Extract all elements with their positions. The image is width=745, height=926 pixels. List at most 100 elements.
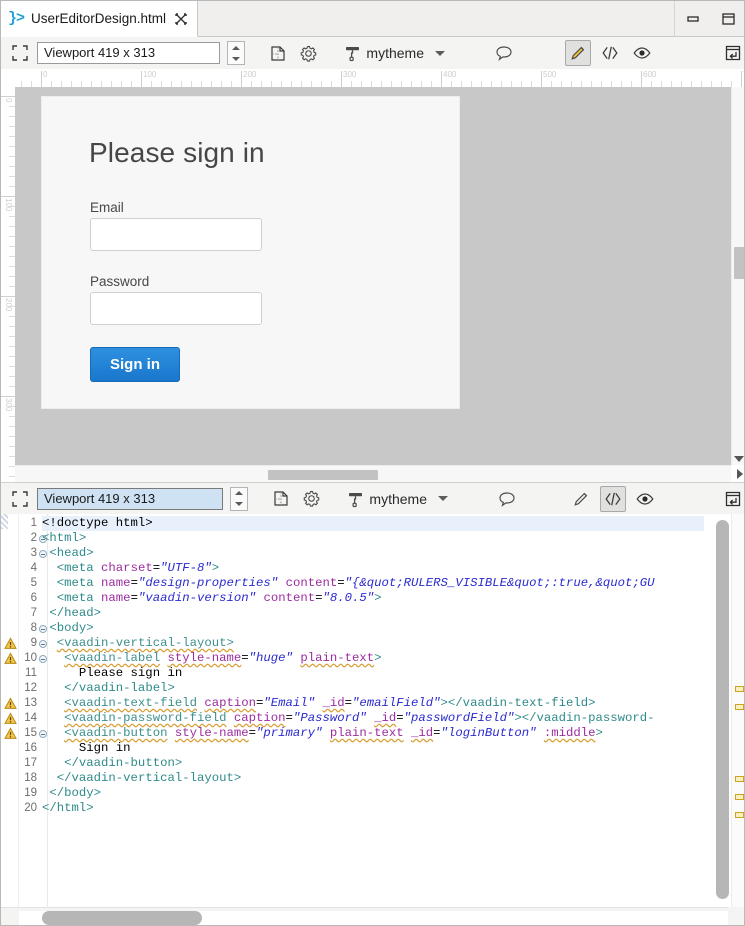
open-external-icon[interactable] xyxy=(720,40,744,66)
gear-icon[interactable] xyxy=(295,40,321,66)
design-viewport[interactable]: Please sign in Email Password Sign in xyxy=(41,96,460,409)
ruler-label: 400 xyxy=(443,70,457,79)
warning-triangle-icon[interactable] xyxy=(4,697,17,710)
code-line[interactable]: Please sign in xyxy=(42,666,704,681)
warning-triangle-icon[interactable] xyxy=(4,712,17,725)
source-editor[interactable]: 1 2 3 4 5 6 7 8 9 10 11 12 13 14 15 16 17 18 19 20 <!doctyp… xyxy=(1,514,744,925)
code-line[interactable]: <vaadin-vertical-layout> xyxy=(42,636,704,651)
chevron-down-icon[interactable] xyxy=(438,496,448,501)
theme-selector[interactable]: mytheme xyxy=(343,40,445,66)
open-external-icon[interactable] xyxy=(720,486,744,512)
code-token: "8.0.5" xyxy=(322,591,375,605)
ruler-label: 500 xyxy=(543,70,557,79)
code-line[interactable]: <html> xyxy=(42,531,704,546)
code-line[interactable]: </body> xyxy=(42,786,704,801)
overview-warning-mark[interactable] xyxy=(735,776,744,782)
signin-button[interactable]: Sign in xyxy=(90,347,180,382)
code-line[interactable]: </head> xyxy=(42,606,704,621)
annotation-gutter[interactable] xyxy=(1,514,19,925)
eye-icon[interactable] xyxy=(629,40,655,66)
scroll-down-icon[interactable] xyxy=(734,456,744,462)
ruler-tick xyxy=(641,71,642,87)
warning-triangle-icon[interactable] xyxy=(4,727,17,740)
viewport-spinner[interactable] xyxy=(230,486,249,511)
code-line[interactable]: </vaadin-vertical-layout> xyxy=(42,771,704,786)
editor-vscroll-thumb[interactable] xyxy=(716,520,729,899)
warning-triangle-icon[interactable] xyxy=(4,652,17,665)
code-line[interactable]: </vaadin-label> xyxy=(42,681,704,696)
code-line[interactable]: <meta name="vaadin-version" content="8.0… xyxy=(42,591,704,606)
password-field[interactable] xyxy=(90,292,262,325)
gear-icon[interactable] xyxy=(298,486,324,512)
code-token: = xyxy=(337,576,345,590)
code-token: <head> xyxy=(49,546,94,560)
line-number: 18 xyxy=(24,772,37,784)
design-horizontal-scrollbar[interactable] xyxy=(15,465,731,482)
code-line[interactable]: </html> xyxy=(42,801,704,816)
code-line[interactable]: <vaadin-label style-name="huge" plain-te… xyxy=(42,651,704,666)
spinner-down-icon[interactable] xyxy=(232,56,241,61)
spinner-up-icon[interactable] xyxy=(232,45,241,50)
editor-hscroll-track[interactable] xyxy=(19,911,728,925)
code-line[interactable]: <meta charset="UTF-8"> xyxy=(42,561,704,576)
comment-icon[interactable] xyxy=(491,40,517,66)
spinner-down-icon[interactable] xyxy=(235,502,244,506)
pencil-icon[interactable] xyxy=(568,486,594,512)
viewport-size-input[interactable]: Viewport 419 x 313 xyxy=(37,42,221,64)
editor-horizontal-scrollbar[interactable] xyxy=(1,907,744,925)
design-hscroll-thumb[interactable] xyxy=(268,470,378,480)
editor-hscroll-thumb[interactable] xyxy=(42,911,202,925)
overview-warning-mark[interactable] xyxy=(735,812,744,818)
code-line[interactable]: <vaadin-text-field caption="Email" _id="… xyxy=(42,696,704,711)
code-line[interactable]: <body> xyxy=(42,621,704,636)
overview-warning-mark[interactable] xyxy=(735,704,744,710)
code-line[interactable]: <!doctype html> xyxy=(42,516,704,531)
code-line[interactable]: <vaadin-password-field caption="Password… xyxy=(42,711,704,726)
code-line[interactable]: <meta name="design-properties" content="… xyxy=(42,576,704,591)
warning-triangle-icon[interactable] xyxy=(4,637,17,650)
paint-roller-icon xyxy=(343,40,363,66)
design-canvas[interactable]: Please sign in Email Password Sign in xyxy=(15,87,731,465)
email-field[interactable] xyxy=(90,218,262,251)
design-vscroll-thumb[interactable] xyxy=(734,247,744,279)
code-line[interactable]: <vaadin-button style-name="primary" plai… xyxy=(42,726,704,741)
overview-ruler[interactable] xyxy=(731,514,744,907)
viewport-spinner[interactable] xyxy=(227,41,246,65)
code-token: "Email" xyxy=(263,696,316,710)
line-number: 20 xyxy=(24,802,37,814)
code-token: style-name xyxy=(174,726,249,740)
code-token: <vaadin-button xyxy=(64,726,168,740)
code-line[interactable]: </vaadin-button> xyxy=(42,756,704,771)
select-component-icon[interactable] xyxy=(7,486,33,512)
code-token: ></vaadin-text-field> xyxy=(440,696,596,710)
close-icon[interactable] xyxy=(174,12,188,26)
eye-icon[interactable] xyxy=(632,486,658,512)
overview-warning-mark[interactable] xyxy=(735,794,744,800)
editor-vertical-scrollbar[interactable] xyxy=(714,516,731,905)
spinner-up-icon[interactable] xyxy=(235,491,244,495)
scroll-right-icon[interactable] xyxy=(737,469,743,479)
code-icon[interactable] xyxy=(597,40,623,66)
new-page-icon[interactable] xyxy=(265,40,291,66)
maximize-icon[interactable] xyxy=(717,8,739,30)
minimize-icon[interactable] xyxy=(682,8,704,30)
overview-warning-mark[interactable] xyxy=(735,686,744,692)
change-marker xyxy=(1,514,8,529)
code-line[interactable]: Sign in xyxy=(42,741,704,756)
pencil-icon[interactable] xyxy=(565,40,591,66)
select-component-icon[interactable] xyxy=(7,40,33,66)
code-text[interactable]: <!doctype html> <html> <head> <meta chars… xyxy=(42,514,704,925)
chevron-down-icon[interactable] xyxy=(435,50,445,56)
line-number: 14 xyxy=(24,712,37,724)
comment-icon[interactable] xyxy=(494,486,520,512)
new-page-icon[interactable] xyxy=(268,486,294,512)
theme-name-label: mytheme xyxy=(366,45,424,61)
editor-tab-usereditordesign[interactable]: }> UserEditorDesign.html xyxy=(1,1,199,37)
code-icon[interactable] xyxy=(600,485,626,512)
viewport-size-input[interactable]: Viewport 419 x 313 xyxy=(37,487,224,510)
design-vertical-scrollbar[interactable] xyxy=(731,87,744,465)
theme-selector[interactable]: mytheme xyxy=(346,486,448,512)
code-line[interactable]: <head> xyxy=(42,546,704,561)
